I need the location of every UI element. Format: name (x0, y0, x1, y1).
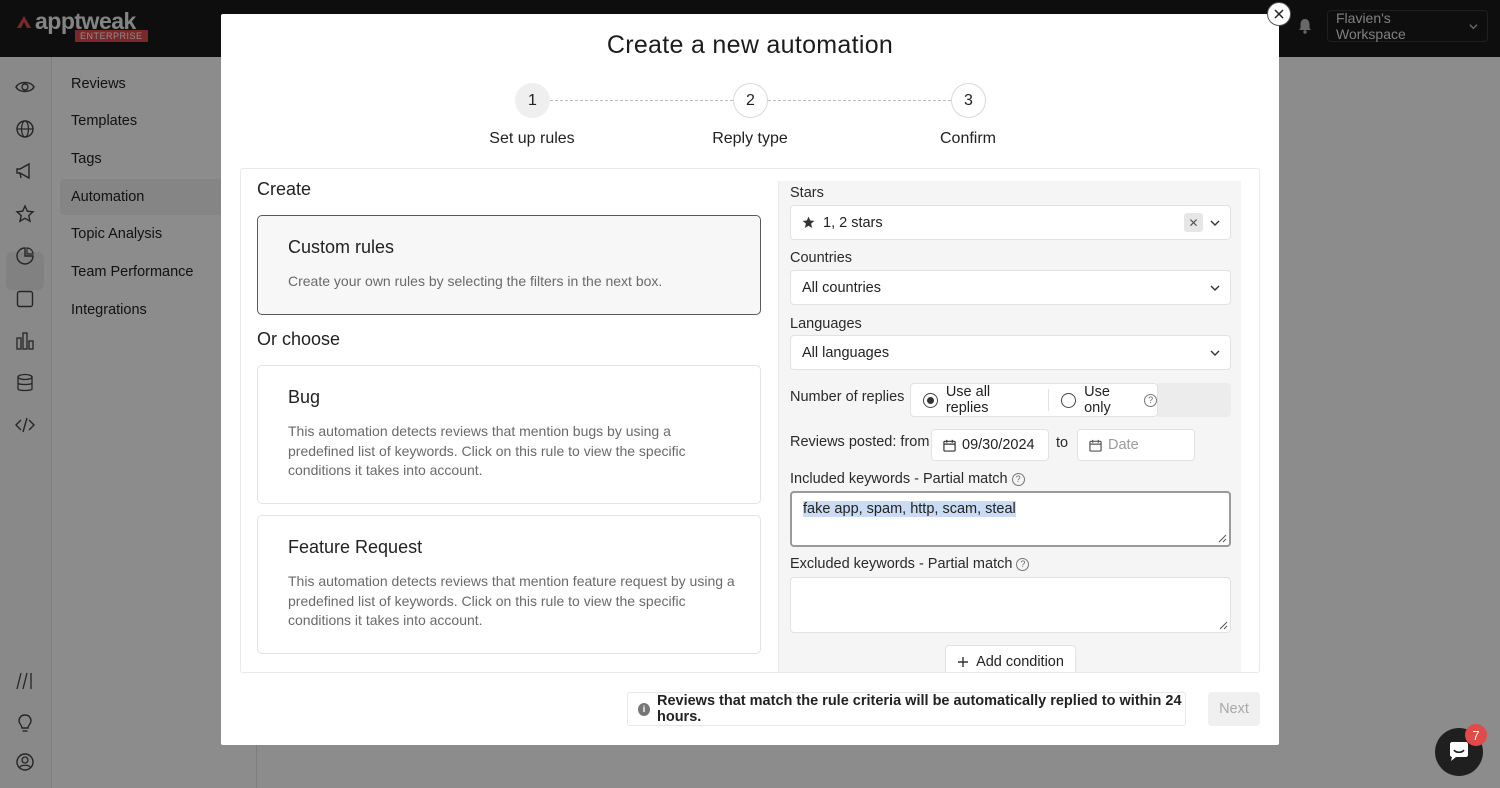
date-from-value: 09/30/2024 (962, 437, 1035, 453)
feature-request-rule-desc: This automation detects reviews that men… (288, 573, 735, 628)
custom-rules-card[interactable]: Custom rules Create your own rules by se… (257, 215, 761, 315)
modal-title: Create a new automation (606, 31, 894, 59)
bug-rule-title: Bug (288, 387, 321, 407)
chevron-down-icon (1210, 350, 1220, 356)
excluded-keywords-textarea[interactable] (790, 577, 1231, 633)
bug-rule-desc: This automation detects reviews that men… (288, 423, 686, 478)
calendar-icon (1089, 439, 1102, 452)
info-text: Reviews that match the rule criteria wil… (656, 693, 1182, 725)
included-keywords-label: Included keywords - Partial match? (790, 471, 1025, 487)
date-to-input[interactable]: Date (1077, 429, 1195, 461)
step-3-circle: 3 (951, 83, 986, 118)
bug-rule-card[interactable]: Bug This automation detects reviews that… (257, 365, 761, 504)
chevron-down-icon (1210, 285, 1220, 291)
countries-value: All countries (802, 279, 881, 296)
chat-unread-badge: 7 (1465, 724, 1487, 746)
auto-reply-info-banner: i Reviews that match the rule criteria w… (627, 692, 1186, 726)
radio-use-all-replies[interactable] (922, 392, 938, 408)
included-keywords-label-text: Included keywords - Partial match (790, 471, 1008, 487)
step-1-circle: 1 (515, 83, 550, 118)
create-heading: Create (257, 179, 312, 199)
star-icon (802, 216, 815, 229)
use-only-label[interactable]: Use only (1084, 384, 1140, 416)
step-3-label: Confirm (939, 130, 996, 147)
feature-request-rule-card[interactable]: Feature Request This automation detects … (257, 515, 761, 654)
chat-icon (1450, 742, 1468, 761)
plus-icon (958, 657, 969, 667)
filters-column: Stars 1, 2 stars ✕ Countries All countri… (778, 181, 1241, 672)
help-icon[interactable]: ? (1144, 393, 1158, 407)
stars-value: 1, 2 stars (823, 214, 883, 231)
stars-select[interactable]: 1, 2 stars ✕ (790, 205, 1231, 240)
create-automation-modal: Create a new automation 1 2 3 Set up rul… (221, 14, 1279, 745)
feature-request-rule-title: Feature Request (288, 537, 423, 557)
chevron-down-icon[interactable] (1209, 217, 1221, 229)
excluded-keywords-label: Excluded keywords - Partial match? (790, 556, 1030, 572)
replies-label: Number of replies (790, 389, 905, 405)
step-connector (768, 100, 951, 101)
countries-label: Countries (790, 250, 853, 266)
step-2-circle: 2 (733, 83, 768, 118)
help-icon[interactable]: ? (1016, 557, 1030, 571)
to-label: to (1056, 435, 1069, 451)
languages-value: All languages (802, 344, 890, 361)
clear-stars-button[interactable]: ✕ (1184, 213, 1203, 232)
add-condition-button[interactable]: Add condition (945, 645, 1076, 672)
posted-label: Reviews posted: from (790, 434, 930, 450)
add-condition-label: Add condition (976, 654, 1064, 670)
resize-handle-icon[interactable] (1218, 534, 1227, 543)
date-from-input[interactable]: 09/30/2024 (931, 429, 1049, 461)
resize-handle-icon[interactable] (1219, 621, 1228, 630)
stars-label: Stars (790, 185, 824, 201)
use-only-count-input (1158, 383, 1231, 417)
next-button[interactable]: Next (1208, 692, 1260, 726)
use-all-replies-label[interactable]: Use all replies (946, 384, 1036, 416)
rule-templates-column: Create Custom rules Create your own rule… (241, 169, 778, 672)
or-choose-heading: Or choose (257, 329, 341, 349)
date-to-placeholder: Date (1108, 437, 1139, 453)
close-modal-button[interactable] (1267, 2, 1291, 26)
replies-radio-group: Use all replies Use only ? (910, 383, 1158, 417)
step-1-label: Set up rules (489, 130, 575, 147)
rules-panel: Create Custom rules Create your own rule… (240, 168, 1260, 673)
close-icon (1274, 9, 1284, 19)
step-2-label: Reply type (712, 130, 788, 147)
excluded-keywords-label-text: Excluded keywords - Partial match (790, 556, 1013, 572)
countries-select[interactable]: All countries (790, 270, 1231, 305)
help-icon[interactable]: ? (1011, 472, 1025, 486)
languages-label: Languages (790, 316, 862, 332)
calendar-icon (943, 439, 956, 452)
included-keywords-value: fake app, spam, http, scam, steal (803, 501, 1016, 517)
step-connector (550, 100, 733, 101)
languages-select[interactable]: All languages (790, 335, 1231, 370)
info-icon: i (638, 702, 650, 716)
custom-rules-desc: Create your own rules by selecting the f… (288, 273, 663, 289)
included-keywords-textarea[interactable]: fake app, spam, http, scam, steal (790, 491, 1231, 547)
radio-use-only[interactable] (1061, 392, 1077, 408)
custom-rules-title: Custom rules (288, 237, 395, 257)
